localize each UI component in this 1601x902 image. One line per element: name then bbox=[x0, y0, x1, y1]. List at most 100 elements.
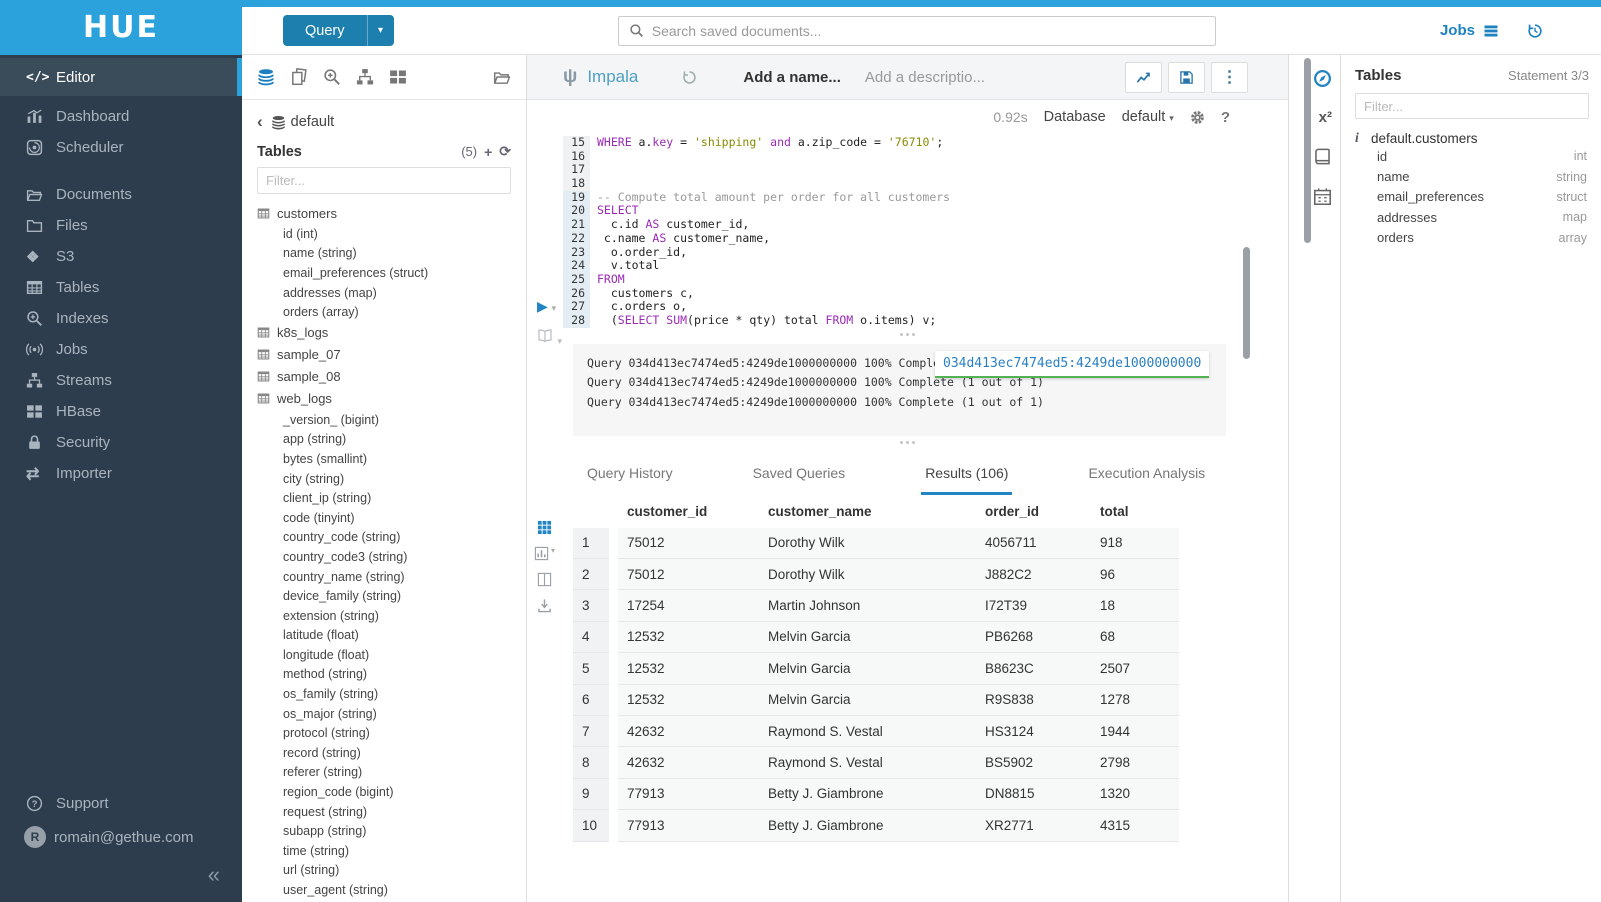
right-column-entry-id[interactable]: idint bbox=[1355, 146, 1589, 166]
table-row[interactable]: 275012Dorothy WilkJ882C296 bbox=[573, 559, 1179, 590]
search-plus-icon[interactable] bbox=[323, 68, 341, 86]
column-entry[interactable]: latitude (float) bbox=[257, 626, 526, 646]
sitemap-icon[interactable] bbox=[356, 68, 374, 86]
col-header[interactable]: total bbox=[1100, 504, 1175, 519]
more-actions-button[interactable]: ⋮ bbox=[1211, 62, 1248, 93]
column-entry[interactable]: user_agent (string) bbox=[257, 880, 526, 900]
table-row[interactable]: 1077913Betty J. GiambroneXR27714315 bbox=[573, 810, 1179, 841]
sidebar-item-scheduler[interactable]: Scheduler bbox=[0, 132, 242, 163]
add-table-icon[interactable]: + bbox=[484, 144, 492, 160]
functions-icon[interactable]: x² bbox=[1319, 109, 1332, 126]
table-row[interactable]: 612532Melvin GarciaR9S8381278 bbox=[573, 685, 1179, 716]
column-entry[interactable]: bytes (smallint) bbox=[257, 449, 526, 469]
execute-button[interactable]: ▶ ▾ bbox=[537, 299, 556, 315]
column-entry[interactable]: addresses (map) bbox=[257, 283, 526, 303]
table-row[interactable]: 977913Betty J. GiambroneDN88151320 bbox=[573, 779, 1179, 810]
column-entry[interactable]: referer (string) bbox=[257, 763, 526, 783]
schedule-calendar-icon[interactable] bbox=[1313, 187, 1332, 206]
sidebar-item-editor[interactable]: </>Editor bbox=[0, 58, 242, 96]
back-chevron-icon[interactable]: ‹ bbox=[257, 112, 263, 132]
column-entry[interactable]: longitude (float) bbox=[257, 645, 526, 665]
hue-logo[interactable]: HUE bbox=[0, 0, 242, 55]
table-row[interactable]: 512532Melvin GarciaB8623C2507 bbox=[573, 653, 1179, 684]
jobs-list-icon[interactable] bbox=[1483, 23, 1499, 39]
jobs-link[interactable]: Jobs bbox=[1440, 22, 1475, 39]
column-entry[interactable]: client_ip (string) bbox=[257, 488, 526, 508]
tab-results-106-[interactable]: Results (106) bbox=[921, 459, 1012, 495]
column-entry[interactable]: device_family (string) bbox=[257, 586, 526, 606]
column-entry[interactable]: record (string) bbox=[257, 743, 526, 763]
save-button[interactable] bbox=[1168, 62, 1205, 93]
sidebar-item-security[interactable]: Security bbox=[0, 427, 242, 458]
tab-saved-queries[interactable]: Saved Queries bbox=[749, 459, 850, 495]
column-entry[interactable]: id (int) bbox=[257, 224, 526, 244]
sidebar-item-importer[interactable]: ⇄Importer bbox=[0, 458, 242, 489]
column-entry[interactable]: request (string) bbox=[257, 802, 526, 822]
database-selector[interactable]: default ▾ bbox=[1122, 109, 1174, 125]
right-column-entry-name[interactable]: namestring bbox=[1355, 166, 1589, 186]
col-header[interactable]: customer_name bbox=[768, 504, 985, 519]
table-entry-sample_07[interactable]: sample_07 bbox=[257, 344, 526, 366]
sidebar-item-support[interactable]: ? Support bbox=[0, 786, 242, 820]
chart-view-icon[interactable]: ▾ bbox=[534, 546, 555, 561]
column-entry[interactable]: _version_ (bigint) bbox=[257, 410, 526, 430]
assistant-compass-icon[interactable] bbox=[1313, 69, 1332, 88]
column-entry[interactable]: country_name (string) bbox=[257, 567, 526, 587]
column-entry[interactable]: app (string) bbox=[257, 430, 526, 450]
settings-gear-icon[interactable] bbox=[1190, 110, 1205, 125]
columns-view-icon[interactable] bbox=[537, 572, 552, 587]
sidebar-item-dashboard[interactable]: Dashboard bbox=[0, 101, 242, 132]
tables-filter-input[interactable] bbox=[257, 167, 511, 194]
databases-icon[interactable] bbox=[257, 68, 275, 86]
column-entry[interactable]: name (string) bbox=[257, 244, 526, 264]
tab-query-history[interactable]: Query History bbox=[583, 459, 677, 495]
col-header[interactable]: order_id bbox=[985, 504, 1100, 519]
sidebar-item-hbase[interactable]: HBase bbox=[0, 396, 242, 427]
query-history-icon[interactable] bbox=[682, 70, 697, 85]
right-filter-input[interactable] bbox=[1355, 93, 1589, 119]
table-entry-customers[interactable]: customers bbox=[257, 202, 526, 224]
table-row[interactable]: 175012Dorothy Wilk4056711918 bbox=[573, 528, 1179, 559]
right-column-entry-orders[interactable]: ordersarray bbox=[1355, 228, 1589, 248]
engine-name[interactable]: Impala bbox=[587, 67, 638, 87]
database-name[interactable]: default bbox=[291, 114, 335, 130]
column-entry[interactable]: orders (array) bbox=[257, 302, 526, 322]
grid-view-icon[interactable] bbox=[537, 520, 552, 535]
refresh-icon[interactable]: ⟳ bbox=[499, 143, 511, 160]
sidebar-item-jobs[interactable]: Jobs bbox=[0, 334, 242, 365]
table-row[interactable]: 742632Raymond S. VestalHS31241944 bbox=[573, 716, 1179, 747]
help-icon[interactable]: ? bbox=[1221, 109, 1230, 126]
sidebar-item-s3[interactable]: ❖S3 bbox=[0, 241, 242, 272]
column-entry[interactable]: os_family (string) bbox=[257, 684, 526, 704]
sidebar-item-tables[interactable]: Tables bbox=[0, 272, 242, 303]
sidebar-item-files[interactable]: Files bbox=[0, 210, 242, 241]
column-entry[interactable]: country_code3 (string) bbox=[257, 547, 526, 567]
table-entry-sample_08[interactable]: sample_08 bbox=[257, 366, 526, 388]
column-entry[interactable]: email_preferences (struct) bbox=[257, 263, 526, 283]
table-row[interactable]: 842632Raymond S. VestalBS59022798 bbox=[573, 747, 1179, 778]
table-entry-k8s_logs[interactable]: k8s_logs bbox=[257, 322, 526, 344]
right-column-entry-email_preferences[interactable]: email_preferencesstruct bbox=[1355, 187, 1589, 207]
new-query-button[interactable]: Query ▾ bbox=[283, 15, 394, 46]
query-dropdown-caret-icon[interactable]: ▾ bbox=[367, 15, 394, 46]
active-table-row[interactable]: i default.customers bbox=[1355, 130, 1589, 146]
query-name-field[interactable]: Add a name... bbox=[743, 69, 841, 86]
sidebar-collapse-icon[interactable]: « bbox=[0, 854, 242, 892]
editor-scrollbar[interactable] bbox=[1243, 247, 1250, 359]
resize-handle[interactable] bbox=[527, 328, 1288, 342]
sidebar-item-streams[interactable]: Streams bbox=[0, 365, 242, 396]
column-entry[interactable]: protocol (string) bbox=[257, 723, 526, 743]
page-scrollbar[interactable] bbox=[1304, 58, 1311, 243]
column-entry[interactable]: region_code (bigint) bbox=[257, 782, 526, 802]
query-description-field[interactable]: Add a descriptio... bbox=[865, 69, 985, 86]
download-icon[interactable] bbox=[537, 598, 552, 613]
documents-copy-icon[interactable] bbox=[290, 68, 308, 86]
column-entry[interactable]: country_code (string) bbox=[257, 528, 526, 548]
table-row[interactable]: 412532Melvin GarciaPB626868 bbox=[573, 622, 1179, 653]
column-entry[interactable]: url (string) bbox=[257, 861, 526, 881]
column-entry[interactable]: code (tinyint) bbox=[257, 508, 526, 528]
right-column-entry-addresses[interactable]: addressesmap bbox=[1355, 207, 1589, 227]
folder-open-icon[interactable] bbox=[493, 68, 511, 86]
query-button-label[interactable]: Query bbox=[283, 15, 367, 46]
column-entry[interactable]: city (string) bbox=[257, 469, 526, 489]
